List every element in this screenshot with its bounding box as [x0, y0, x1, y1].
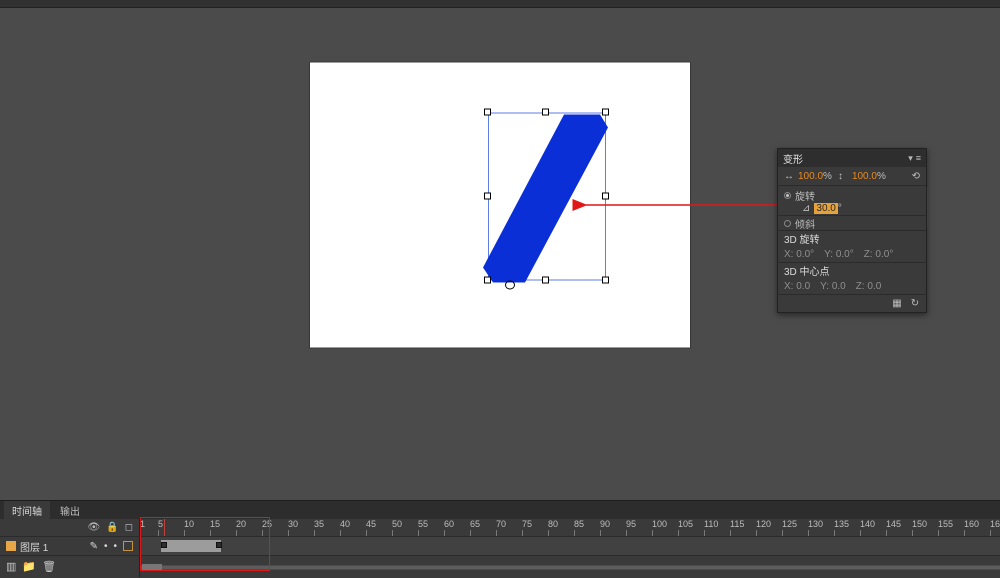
3d-ctr-x[interactable]: 0.0 — [796, 281, 810, 292]
3d-center-values: X: 0.0 Y: 0.0 Z: 0.0 — [778, 278, 926, 294]
handle-mr[interactable] — [602, 192, 609, 199]
scale-width-value[interactable]: 100.0 — [798, 171, 823, 182]
rotate-radio[interactable] — [784, 192, 791, 199]
grid-icon[interactable]: ▦ — [891, 298, 903, 310]
ruler-tick: 135 — [834, 519, 860, 536]
ruler-tick: 105 — [678, 519, 704, 536]
ruler-tick: 40 — [340, 519, 366, 536]
handle-tm[interactable] — [542, 108, 549, 115]
ruler-tick: 50 — [392, 519, 418, 536]
3d-rot-y[interactable]: 0.0 — [836, 249, 850, 260]
ruler-tick: 115 — [730, 519, 756, 536]
panel-menu-icon[interactable]: ≡ — [916, 153, 921, 164]
handle-tr[interactable] — [602, 108, 609, 115]
ruler-tick: 150 — [912, 519, 938, 536]
rotate-skew-row: 旋转 ⊿ 30.0 ° — [778, 185, 926, 215]
handle-tl[interactable] — [484, 108, 491, 115]
section-3d-rotate-title: 3D 旋转 — [778, 230, 926, 246]
skew-radio[interactable] — [784, 220, 791, 227]
ruler-tick: 110 — [704, 519, 730, 536]
handle-bm[interactable] — [542, 276, 549, 283]
ruler-tick: 30 — [288, 519, 314, 536]
handle-br[interactable] — [602, 276, 609, 283]
width-arrows-icon: ↔ — [784, 171, 798, 182]
ruler-tick: 145 — [886, 519, 912, 536]
layer-row-1[interactable]: 图层 1 ✎ • • — [0, 537, 140, 555]
layer-dot1-icon[interactable]: • — [104, 541, 108, 552]
new-folder-icon[interactable]: 📁 — [22, 560, 36, 573]
ruler-tick: 35 — [314, 519, 340, 536]
pct-label: % — [823, 171, 832, 182]
ruler-tick: 100 — [652, 519, 678, 536]
section-3d-center-title: 3D 中心点 — [778, 262, 926, 278]
layer-color-swatch — [6, 541, 16, 551]
ruler-tick: 75 — [522, 519, 548, 536]
reset-icon[interactable]: ↻ — [909, 298, 921, 310]
visibility-icon[interactable]: 👁 — [88, 522, 101, 533]
link-icon[interactable]: ⟲ — [912, 171, 920, 182]
ruler-tick: 80 — [548, 519, 574, 536]
ruler-tick: 55 — [418, 519, 444, 536]
skew-label: 倾斜 — [795, 216, 815, 231]
height-arrows-icon: ↕ — [838, 171, 852, 182]
pct-label-2: % — [877, 171, 886, 182]
layer-name[interactable]: 图层 1 — [20, 539, 48, 554]
ruler-tick: 65 — [470, 519, 496, 536]
layer-outline-swatch[interactable] — [123, 541, 133, 551]
annotation-highlight-timeline — [140, 517, 270, 571]
panel-header[interactable]: 变形 ▾ ≡ — [778, 149, 926, 167]
lock-icon[interactable]: 🔒 — [106, 522, 118, 533]
delete-layer-icon[interactable]: 🗑 — [42, 560, 56, 573]
ruler-tick: 125 — [782, 519, 808, 536]
handle-bl[interactable] — [484, 276, 491, 283]
timeline-panel[interactable]: 时间轴 输出 👁 🔒 ◻ 151015202530354045505560657… — [0, 500, 1000, 578]
scale-height-value[interactable]: 100.0 — [852, 171, 877, 182]
3d-rotate-values: X: 0.0° Y: 0.0° Z: 0.0° — [778, 246, 926, 262]
ruler-tick: 130 — [808, 519, 834, 536]
ruler-tick: 60 — [444, 519, 470, 536]
ruler-tick: 90 — [600, 519, 626, 536]
workspace: 变形 ▾ ≡ ↔ 100.0 % ↕ 100.0 % ⟲ 旋转 ⊿ 30.0 ° — [0, 8, 1000, 500]
layer-controls: ▥ 📁 🗑 — [0, 556, 140, 577]
menubar — [0, 0, 1000, 8]
ruler-tick: 45 — [366, 519, 392, 536]
layer-pencil-icon[interactable]: ✎ — [90, 541, 98, 552]
3d-ctr-z[interactable]: 0.0 — [867, 281, 881, 292]
panel-footer: ▦ ↻ — [778, 294, 926, 312]
ruler-tick: 160 — [964, 519, 990, 536]
3d-ctr-y[interactable]: 0.0 — [832, 281, 846, 292]
rotate-label: 旋转 — [795, 188, 815, 203]
ruler-tick: 85 — [574, 519, 600, 536]
ruler-tick: 120 — [756, 519, 782, 536]
panel-title: 变形 — [783, 151, 803, 166]
tab-output[interactable]: 输出 — [52, 501, 88, 520]
degree-label: ° — [838, 203, 842, 214]
3d-rot-x[interactable]: 0.0 — [796, 249, 810, 260]
canvas-stage[interactable] — [310, 62, 690, 347]
layer-column-header: 👁 🔒 ◻ — [0, 519, 140, 536]
skew-row: 倾斜 — [778, 215, 926, 230]
transform-panel[interactable]: 变形 ▾ ≡ ↔ 100.0 % ↕ 100.0 % ⟲ 旋转 ⊿ 30.0 ° — [777, 148, 927, 313]
handle-ml[interactable] — [484, 192, 491, 199]
rotate-value[interactable]: 30.0 — [814, 203, 837, 214]
ruler-tick: 95 — [626, 519, 652, 536]
stage-wrapper — [310, 62, 690, 347]
layer-dot2-icon[interactable]: • — [113, 541, 117, 552]
new-layer-icon[interactable]: ▥ — [6, 560, 16, 573]
ruler-tick: 140 — [860, 519, 886, 536]
ruler-tick: 155 — [938, 519, 964, 536]
outline-icon[interactable]: ◻ — [125, 522, 133, 533]
tab-timeline[interactable]: 时间轴 — [4, 501, 50, 520]
panel-collapse-icon[interactable]: ▾ — [908, 153, 913, 164]
3d-rot-z[interactable]: 0.0 — [875, 249, 889, 260]
scale-row: ↔ 100.0 % ↕ 100.0 % ⟲ — [778, 167, 926, 185]
rotate-icon: ⊿ — [802, 203, 810, 214]
ruler-tick: 70 — [496, 519, 522, 536]
ruler-tick: 165 — [990, 519, 1000, 536]
anchor-point[interactable] — [505, 280, 515, 289]
